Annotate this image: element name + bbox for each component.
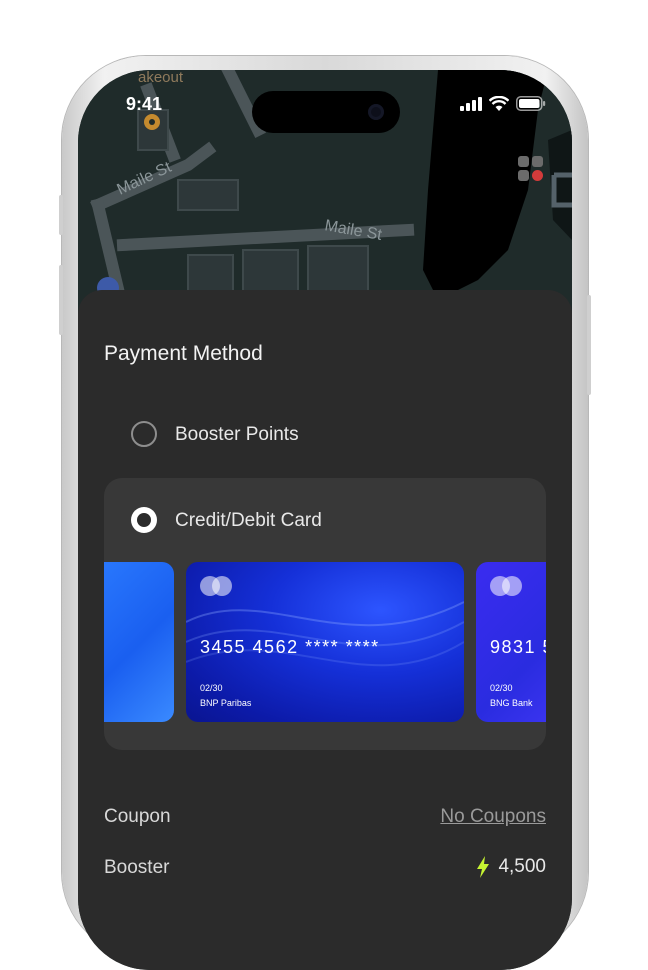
card-carousel[interactable]: 3455 4562 **** **** 02/30 BNP Paribas 98… [104, 562, 546, 722]
status-time: 9:41 [126, 94, 163, 114]
wifi-icon [489, 96, 509, 111]
credit-card[interactable] [104, 562, 174, 722]
card-bank: BNG Bank [490, 698, 533, 708]
card-expiry: 02/30 [200, 683, 223, 693]
battery-icon [516, 96, 546, 111]
bolt-icon [477, 856, 490, 878]
card-bank: BNP Paribas [200, 698, 252, 708]
booster-value-row: 4,500 [476, 856, 546, 878]
status-icons [460, 96, 546, 111]
credit-card[interactable]: 9831 5 02/30 BNG Bank [476, 562, 546, 722]
card-expiry: 02/30 [490, 683, 513, 693]
card-brand-icon [490, 576, 524, 596]
phone-screen: akeout Maile St Maile St 9:41 Payment Me… [78, 70, 572, 970]
dynamic-island [252, 91, 400, 133]
option-label-credit-debit-card[interactable]: Credit/Debit Card [175, 510, 322, 532]
radio-credit-debit-card[interactable] [131, 507, 157, 533]
side-button [587, 295, 591, 395]
coupon-link[interactable]: No Coupons [440, 806, 546, 828]
payment-sheet: Payment Method Booster Points Credit/Deb… [78, 290, 572, 970]
option-label-booster-points[interactable]: Booster Points [175, 424, 299, 446]
radio-booster-points[interactable] [131, 421, 157, 447]
signal-icon [460, 96, 482, 111]
card-number: 9831 5 [490, 637, 546, 657]
card-brand-icon [200, 576, 234, 596]
card-payment-panel: Credit/Debit Card 3455 4562 **** **** 02… [104, 478, 546, 750]
side-button [59, 195, 63, 235]
booster-value: 4,500 [498, 856, 546, 877]
coupon-label: Coupon [104, 806, 171, 827]
camera-icon [368, 104, 384, 120]
credit-card[interactable]: 3455 4562 **** **** 02/30 BNP Paribas [186, 562, 464, 722]
side-button [59, 265, 63, 335]
map-place-label: akeout [138, 70, 184, 86]
card-number: 3455 4562 **** **** [200, 637, 380, 657]
booster-label: Booster [104, 857, 170, 878]
page-title: Payment Method [104, 342, 263, 365]
